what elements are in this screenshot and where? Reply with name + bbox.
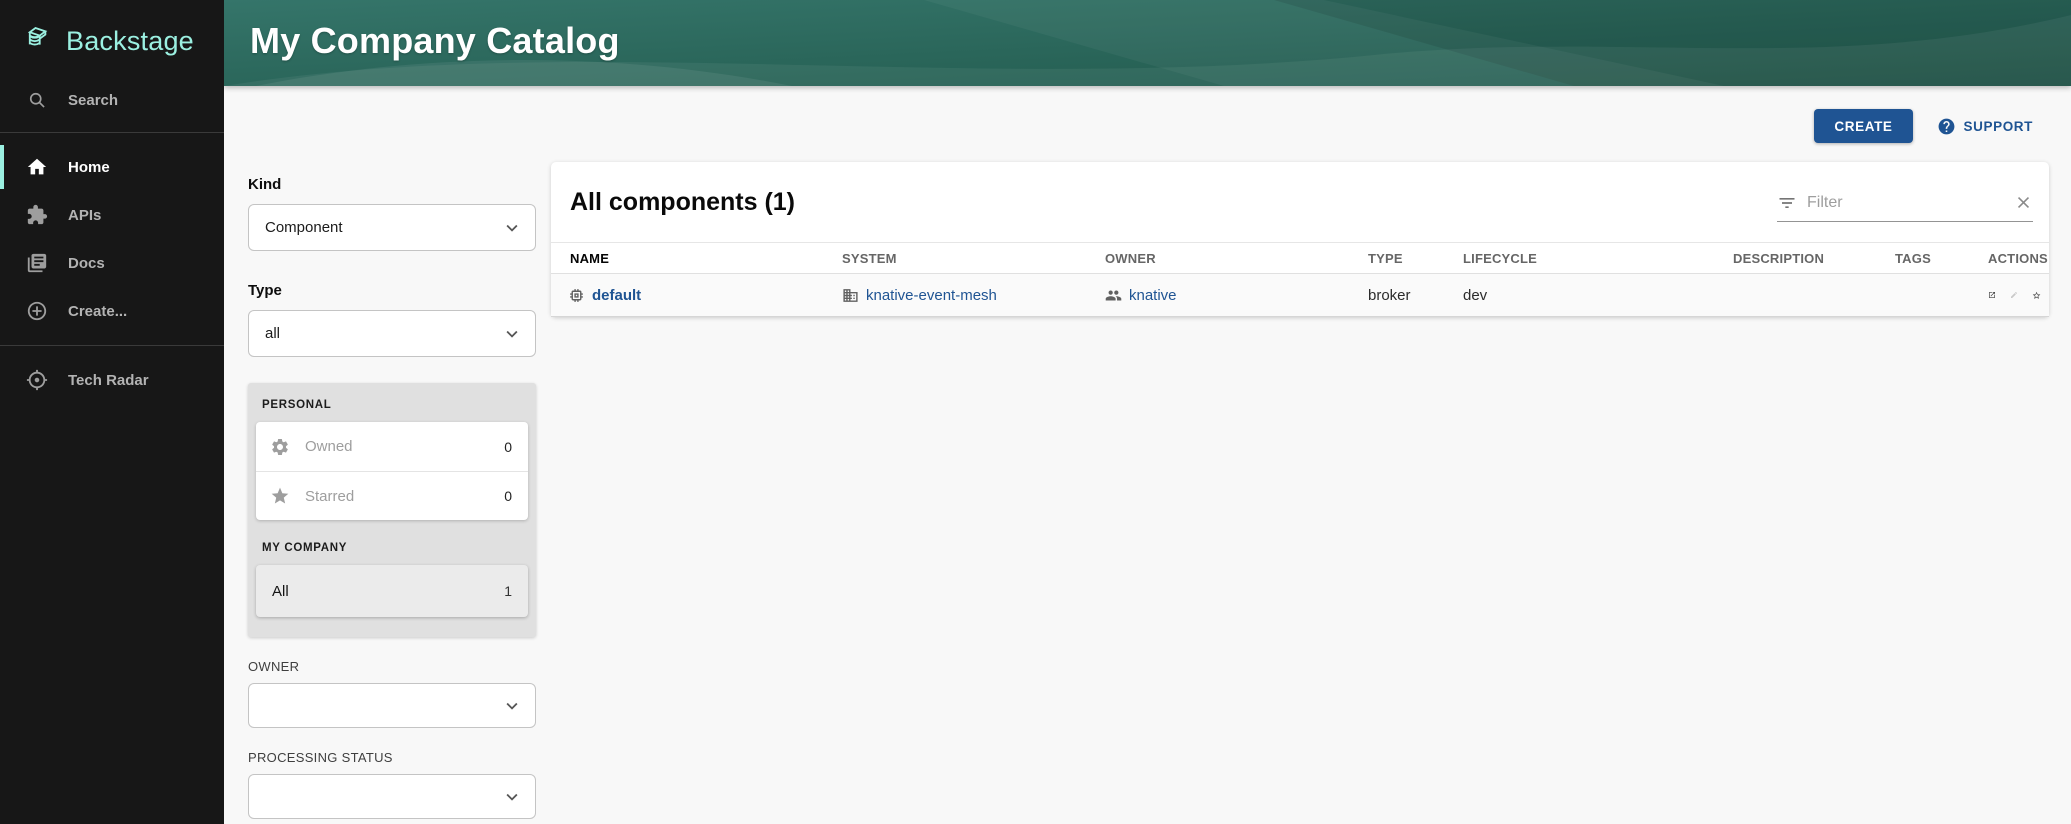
column-header-system[interactable]: SYSTEM: [826, 243, 1089, 274]
column-header-actions: ACTIONS: [1972, 243, 2049, 274]
owner-select[interactable]: [248, 683, 536, 728]
type-label: Type: [248, 282, 536, 299]
owned-count: 0: [504, 439, 512, 455]
docs-icon: [26, 252, 48, 274]
system-building-icon: [842, 287, 859, 304]
puzzle-icon: [26, 204, 48, 226]
chevron-down-icon: [501, 323, 523, 345]
open-in-new-icon[interactable]: [1988, 285, 1996, 305]
plus-circle-icon: [26, 300, 48, 322]
search-icon: [26, 90, 48, 110]
page-header: My Company Catalog: [224, 0, 2071, 86]
all-count: 1: [504, 583, 512, 599]
starred-count: 0: [504, 488, 512, 504]
table-header-area: All components (1): [551, 162, 2049, 242]
table-filter-field: [1777, 184, 2033, 222]
home-icon: [26, 156, 48, 178]
sidebar-divider: [0, 345, 224, 346]
owned-filter-item[interactable]: Owned 0: [256, 422, 528, 471]
chevron-down-icon: [501, 695, 523, 717]
tags-cell: [1879, 274, 1972, 317]
all-filter-item[interactable]: All 1: [256, 565, 528, 617]
clear-filter-icon[interactable]: [2014, 193, 2033, 212]
backstage-logo-icon: [22, 24, 56, 58]
owner-link[interactable]: knative: [1129, 287, 1177, 304]
column-header-owner[interactable]: OWNER: [1089, 243, 1352, 274]
table-header-row: NAME SYSTEM OWNER TYPE LIFECYCLE DESCRIP…: [551, 243, 2049, 274]
main-content: CREATE SUPPORT Kind Component Type all P…: [224, 86, 2071, 824]
column-header-lifecycle[interactable]: LIFECYCLE: [1447, 243, 1717, 274]
kind-select[interactable]: Component: [248, 204, 536, 251]
content-toolbar: CREATE SUPPORT: [1814, 109, 2033, 143]
company-section-title: MY COMPANY: [262, 542, 528, 554]
type-select[interactable]: all: [248, 310, 536, 357]
table-filter-input[interactable]: [1807, 194, 2004, 212]
system-cell: knative-event-mesh: [826, 274, 1089, 317]
description-cell: [1717, 274, 1879, 317]
sidebar-item-home[interactable]: Home: [0, 143, 224, 191]
sidebar-item-docs[interactable]: Docs: [0, 239, 224, 287]
radar-icon: [26, 369, 48, 391]
sidebar-item-create[interactable]: Create...: [0, 287, 224, 335]
page-title: My Company Catalog: [250, 20, 620, 62]
sidebar-item-search[interactable]: Search: [0, 78, 224, 122]
filter-list-icon: [1777, 193, 1797, 213]
name-cell: default: [551, 274, 826, 317]
support-button[interactable]: SUPPORT: [1937, 117, 2033, 136]
personal-section-title: PERSONAL: [262, 399, 528, 411]
gear-icon: [270, 437, 290, 457]
column-header-name[interactable]: NAME: [551, 243, 826, 274]
brand-name: Backstage: [66, 26, 194, 57]
backstage-logo[interactable]: Backstage: [0, 0, 224, 76]
group-icon: [1105, 287, 1122, 304]
table-row: default knative-event-mesh: [551, 274, 2049, 317]
personal-section-card: Owned 0 Starred 0: [256, 422, 528, 520]
components-table-card: All components (1) NAME SYSTEM: [551, 162, 2049, 317]
sidebar: Backstage Search Home APIs Docs Create..…: [0, 0, 224, 824]
sidebar-item-apis[interactable]: APIs: [0, 191, 224, 239]
system-link[interactable]: knative-event-mesh: [866, 287, 997, 304]
components-table: NAME SYSTEM OWNER TYPE LIFECYCLE DESCRIP…: [551, 242, 2049, 317]
owner-label: OWNER: [248, 659, 536, 674]
edit-pencil-icon[interactable]: [2010, 285, 2018, 305]
entity-link[interactable]: default: [592, 287, 641, 304]
star-icon: [270, 486, 290, 506]
sidebar-divider: [0, 132, 224, 133]
type-cell: broker: [1352, 274, 1447, 317]
star-border-icon[interactable]: [2032, 284, 2041, 307]
column-header-type[interactable]: TYPE: [1352, 243, 1447, 274]
chevron-down-icon: [501, 217, 523, 239]
component-chip-icon: [568, 287, 585, 304]
chevron-down-icon: [501, 786, 523, 808]
kind-label: Kind: [248, 176, 536, 193]
filters-panel: Kind Component Type all PERSONAL Owned 0: [248, 176, 536, 819]
owner-cell: knative: [1089, 274, 1352, 317]
sidebar-item-tech-radar[interactable]: Tech Radar: [0, 356, 224, 404]
processing-status-label: PROCESSING STATUS: [248, 750, 536, 765]
table-title: All components (1): [570, 188, 795, 217]
help-icon: [1937, 117, 1956, 136]
create-button[interactable]: CREATE: [1814, 109, 1912, 143]
entity-picker-card: PERSONAL Owned 0 Starred 0 MY COM: [248, 383, 536, 637]
actions-cell: [1972, 274, 2049, 317]
starred-filter-item[interactable]: Starred 0: [256, 471, 528, 520]
lifecycle-cell: dev: [1447, 274, 1717, 317]
support-label: SUPPORT: [1964, 119, 2033, 134]
column-header-tags[interactable]: TAGS: [1879, 243, 1972, 274]
column-header-description[interactable]: DESCRIPTION: [1717, 243, 1879, 274]
processing-status-select[interactable]: [248, 774, 536, 819]
